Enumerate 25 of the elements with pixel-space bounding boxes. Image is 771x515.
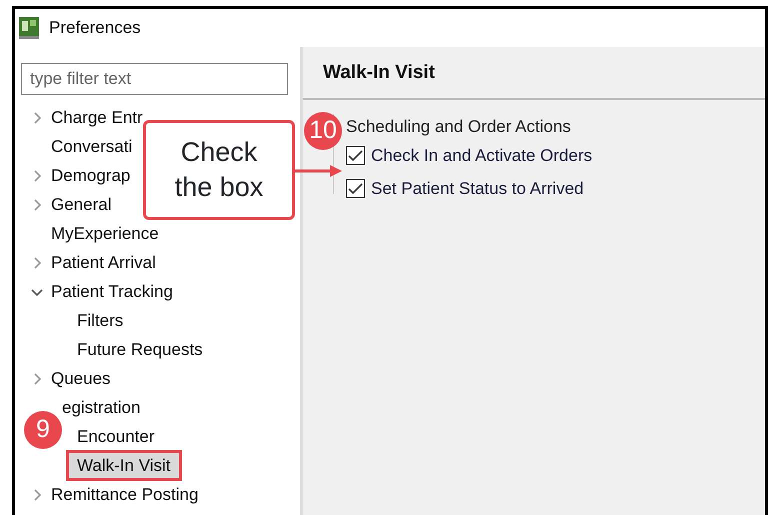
tree-item[interactable]: General: [51, 192, 112, 218]
tree-item[interactable]: Demograp: [51, 162, 130, 188]
step-badge: 9: [24, 411, 62, 449]
tree-item[interactable]: Walk-In Visit: [66, 450, 182, 482]
tree-item[interactable]: Charge Entr: [51, 104, 143, 130]
tree-item[interactable]: Encounter: [77, 424, 154, 450]
checkbox[interactable]: [346, 146, 365, 165]
checkbox-label[interactable]: Set Patient Status to Arrived: [371, 176, 584, 202]
checkbox[interactable]: [346, 179, 365, 198]
tree-item[interactable]: Filters: [77, 308, 124, 334]
tree-item[interactable]: Future Requests: [77, 336, 203, 362]
tree-item[interactable]: Patient Tracking: [51, 278, 173, 304]
tree-item[interactable]: Patient Arrival: [51, 250, 156, 276]
checkbox-label[interactable]: Check In and Activate Orders: [371, 142, 592, 168]
page-title: Walk-In Visit: [303, 47, 765, 100]
callout: Check the box: [143, 120, 295, 220]
window-title: Preferences: [49, 17, 141, 40]
filter-field[interactable]: type filter text: [21, 63, 288, 95]
tree-item[interactable]: Conversati: [51, 134, 132, 160]
tree-item[interactable]: MyExperience: [51, 220, 159, 246]
app-icon: [19, 17, 39, 39]
arrow: [294, 164, 342, 178]
group-label: Scheduling and Order Actions: [346, 116, 572, 138]
tree-item[interactable]: Queues: [51, 366, 111, 392]
tree-item[interactable]: Remittance Posting: [51, 482, 198, 508]
